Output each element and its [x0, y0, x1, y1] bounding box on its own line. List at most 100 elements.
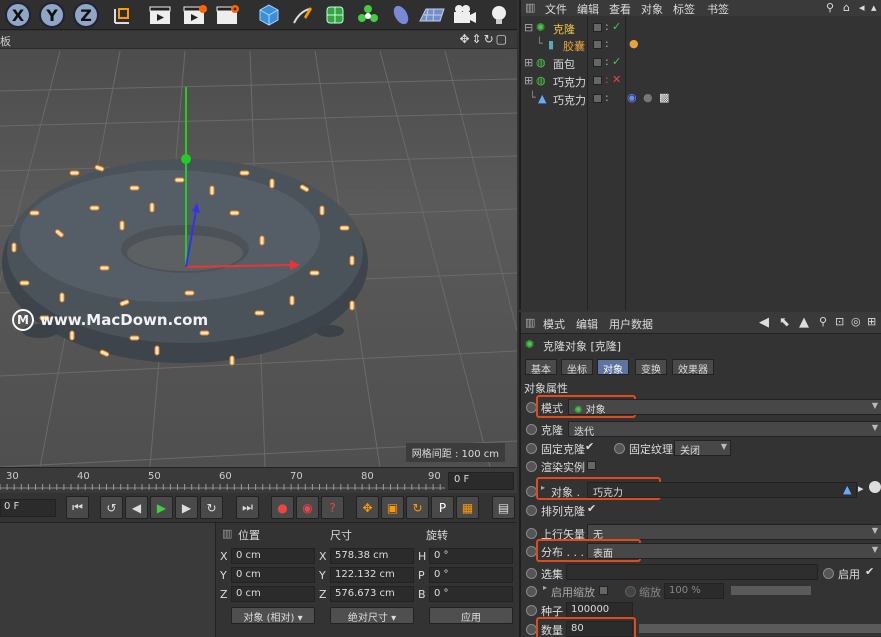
camera-icon[interactable]	[451, 2, 479, 28]
count-field[interactable]: 80	[566, 621, 633, 637]
current-frame-field[interactable]: 0 F	[448, 472, 514, 490]
rot-h-field[interactable]: 0 °	[429, 548, 513, 564]
count-slider[interactable]	[639, 624, 881, 633]
tab-effectors[interactable]: 效果器	[672, 359, 714, 376]
visibility-dots-icon[interactable]: :	[605, 73, 609, 86]
expand-icon[interactable]: ⊞	[524, 74, 533, 87]
axis-z-button[interactable]: Z	[72, 2, 100, 28]
render-view-icon[interactable]	[147, 2, 175, 28]
menu-object[interactable]: 对象	[641, 1, 663, 17]
pen-icon[interactable]	[288, 2, 316, 28]
enabled-check-icon[interactable]: ✓	[612, 20, 621, 33]
layer-swatch[interactable]	[593, 23, 602, 32]
material-tag-icon[interactable]: ●	[629, 37, 639, 50]
link-arrow-icon[interactable]: ▸	[858, 482, 864, 495]
next-key-icon[interactable]: ↻	[200, 496, 223, 519]
menu-edit[interactable]: 编辑	[576, 316, 598, 332]
enable-scale-checkbox[interactable]	[599, 586, 608, 595]
tab-transform[interactable]: 变换	[635, 359, 667, 376]
lock-icon[interactable]: ⊡	[835, 315, 844, 328]
clone-mode-dropdown[interactable]: 迭代 ▼	[568, 421, 881, 438]
timeline-window-icon[interactable]: ▤	[492, 496, 515, 519]
start-frame-field[interactable]: 0 F	[0, 499, 56, 517]
back-arrow-icon[interactable]: ◀	[759, 315, 769, 330]
record-icon[interactable]: ●	[271, 496, 294, 519]
menu-file[interactable]: 文件	[545, 1, 567, 17]
phong-tag-icon[interactable]: ◉	[627, 91, 637, 104]
object-row-capsule[interactable]: └ ▮ 胶囊 : ●	[521, 37, 881, 55]
goto-end-icon[interactable]: ⏭	[236, 496, 259, 519]
visibility-dots-icon[interactable]: :	[605, 20, 609, 33]
light-icon[interactable]	[485, 2, 513, 28]
keyframe-help-icon[interactable]: ?	[321, 496, 344, 519]
animate-toggle[interactable]	[625, 586, 636, 597]
animate-toggle[interactable]	[614, 443, 625, 454]
tab-basic[interactable]: 基本	[525, 359, 557, 376]
link-pick-icon[interactable]	[869, 481, 881, 493]
material-tag-icon[interactable]: ●	[643, 91, 653, 104]
goto-start-icon[interactable]: ⏮	[66, 496, 89, 519]
seed-field[interactable]: 100000	[566, 602, 633, 618]
subdivision-icon[interactable]	[321, 2, 349, 28]
floor-icon[interactable]	[418, 2, 446, 28]
menu-user-data[interactable]: 用户数据	[609, 316, 653, 332]
object-row-cloner[interactable]: ⊟ ✺ 克隆 : ✓	[521, 20, 881, 38]
distribution-dropdown[interactable]: 表面 ▼	[587, 543, 881, 560]
nav-up-icon[interactable]: ◂	[859, 1, 865, 14]
rot-p-field[interactable]: 0 °	[429, 567, 513, 583]
parameter-key-icon[interactable]: P	[431, 496, 454, 519]
animate-toggle[interactable]	[526, 528, 537, 539]
move-key-icon[interactable]: ✥	[356, 496, 379, 519]
render-instance-checkbox[interactable]	[587, 461, 596, 470]
visibility-dots-icon[interactable]: :	[605, 55, 609, 68]
tab-coordinates[interactable]: 坐标	[561, 359, 593, 376]
play-icon[interactable]: ▶	[150, 496, 173, 519]
autokey-icon[interactable]: ◉	[296, 496, 319, 519]
apply-button[interactable]: 应用	[429, 607, 513, 624]
search-icon[interactable]: ⚲	[819, 315, 827, 328]
menu-mode[interactable]: 模式	[543, 316, 565, 332]
object-row-chocolate-polygon[interactable]: └ ▲ 巧克力 : ◉ ● ▩	[521, 91, 881, 109]
checker-tag-icon[interactable]: ▩	[659, 91, 669, 104]
animate-toggle[interactable]	[526, 568, 537, 579]
layer-swatch[interactable]	[593, 58, 602, 67]
cloner-icon[interactable]	[354, 2, 382, 28]
size-mode-dropdown[interactable]: 绝对尺寸 ▾	[330, 607, 414, 624]
layer-swatch[interactable]	[593, 40, 602, 49]
axis-y-button[interactable]: Y	[38, 2, 66, 28]
viewport-nav-icons[interactable]: ✥⇕↻▢	[459, 32, 509, 46]
selection-field[interactable]	[566, 564, 818, 580]
search-icon[interactable]: ⚲	[826, 1, 834, 14]
point-level-icon[interactable]: ▦	[456, 496, 479, 519]
animate-toggle[interactable]	[526, 424, 537, 435]
tab-object[interactable]: 对象	[597, 359, 629, 376]
layer-swatch[interactable]	[593, 94, 602, 103]
scale-field[interactable]: 100 %	[664, 583, 724, 599]
render-picture-icon[interactable]	[181, 2, 209, 28]
menu-bookmarks[interactable]: 书签	[707, 1, 729, 17]
prev-key-icon[interactable]: ↺	[100, 496, 123, 519]
new-window-icon[interactable]: ⊞	[867, 315, 876, 328]
axis-x-button[interactable]: X	[4, 2, 32, 28]
next-frame-icon[interactable]: ▶	[175, 496, 198, 519]
scale-key-icon[interactable]: ▣	[381, 496, 404, 519]
pos-x-field[interactable]: 0 cm	[231, 548, 315, 564]
rotate-key-icon[interactable]: ↻	[406, 496, 429, 519]
menu-edit[interactable]: 编辑	[577, 1, 599, 17]
up-vector-dropdown[interactable]: 无 ▼	[587, 524, 881, 541]
object-link-field[interactable]: 巧克力	[587, 482, 857, 499]
render-settings-icon[interactable]	[214, 2, 242, 28]
expand-icon[interactable]: ⊞	[524, 56, 533, 69]
menu-view[interactable]: 查看	[609, 1, 631, 17]
fixed-texture-dropdown[interactable]: 关闭 ▼	[674, 440, 731, 457]
up-arrow-icon[interactable]: ▲	[799, 315, 809, 330]
mode-dropdown[interactable]: ✺ 对象 ▼	[568, 399, 881, 416]
enabled-check-icon[interactable]: ✓	[612, 55, 621, 68]
animate-toggle[interactable]	[526, 586, 537, 597]
menu-tags[interactable]: 标签	[673, 1, 695, 17]
pos-z-field[interactable]: 0 cm	[231, 586, 315, 602]
size-x-field[interactable]: 578.38 cm	[330, 548, 414, 564]
collapse-icon[interactable]: ⊟	[524, 21, 533, 34]
pin-icon[interactable]: ◎	[851, 315, 861, 328]
expand-arrow-icon[interactable]: ▸	[543, 583, 547, 592]
